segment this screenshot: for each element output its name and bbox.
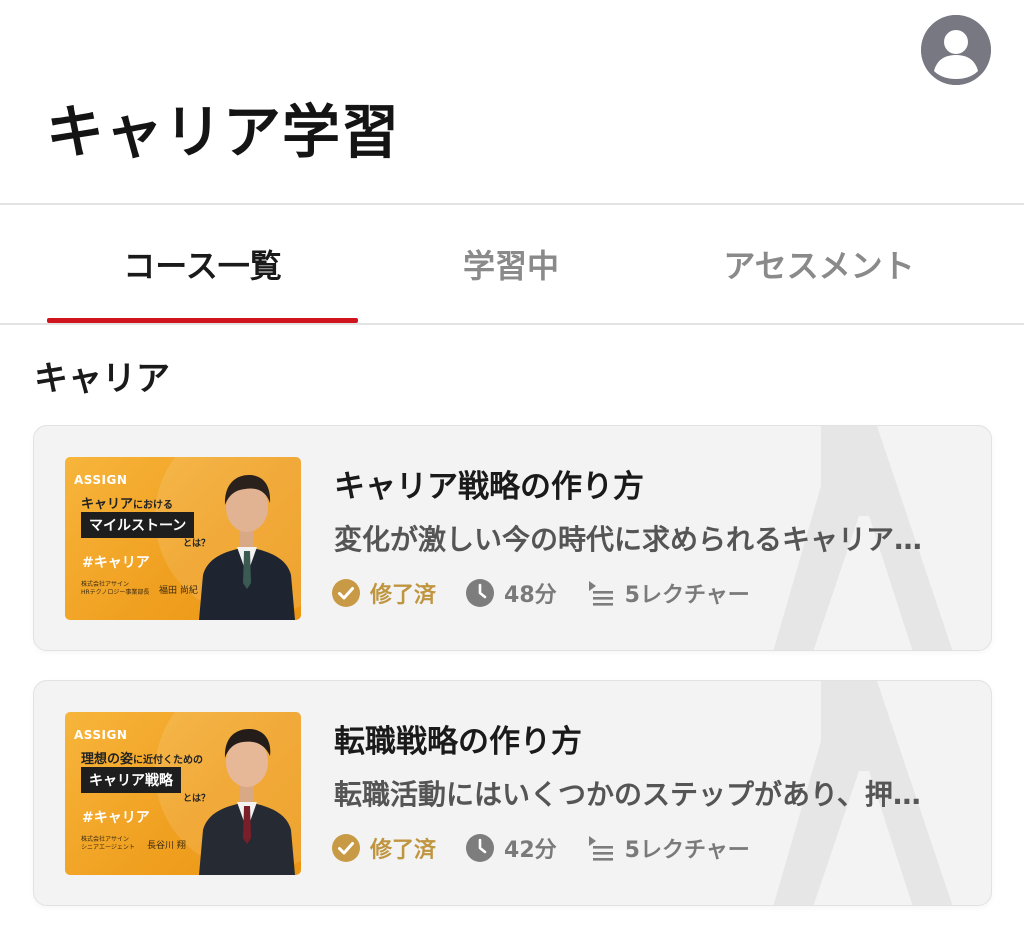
lecture-count: 5レクチャー bbox=[587, 832, 750, 864]
thumbnail-credit-company: 株式会社アサイン bbox=[81, 836, 130, 843]
thumbnail-credit-role: HRテクノロジー事業部長 bbox=[81, 589, 150, 596]
page-title: キャリア学習 bbox=[46, 98, 401, 166]
thumbnail-brand-logo: ASSIGN bbox=[74, 728, 128, 742]
duration-label: 42分 bbox=[504, 838, 557, 863]
duration: 48分 bbox=[466, 577, 557, 609]
clock-icon bbox=[466, 579, 495, 607]
thumbnail-hashtag: #キャリア bbox=[82, 810, 150, 826]
lecture-count-label: 5レクチャー bbox=[624, 583, 750, 608]
course-card[interactable]: ASSIGN 理想の姿に近付くための キャリア戦略 とは？ #キャリア 株式会社… bbox=[33, 680, 992, 906]
course-thumbnail: ASSIGN 理想の姿に近付くための キャリア戦略 とは？ #キャリア 株式会社… bbox=[65, 712, 301, 875]
thumbnail-highlight: マイルストーン bbox=[81, 512, 195, 538]
duration-label: 48分 bbox=[504, 583, 557, 608]
thumbnail-headline-main: 理想の姿 bbox=[81, 752, 134, 767]
course-card[interactable]: ASSIGN キャリアにおける マイルストーン とは？ #キャリア 株式会社アサ… bbox=[33, 425, 992, 651]
tab-assessment[interactable]: アセスメント bbox=[664, 205, 974, 323]
check-circle-icon bbox=[332, 579, 360, 607]
thumbnail-credit-role: シニアエージェント bbox=[81, 844, 135, 851]
course-description: 転職活動にはいくつかのステップがあり、押… bbox=[334, 778, 921, 811]
course-meta: 修了済 42分 5レクチャー bbox=[332, 830, 780, 866]
thumbnail-presenter-name: 長谷川 翔 bbox=[147, 841, 186, 851]
course-title: キャリア戦略の作り方 bbox=[334, 469, 644, 505]
tab-course-list[interactable]: コース一覧 bbox=[47, 205, 358, 323]
course-title: 転職戦略の作り方 bbox=[334, 724, 582, 760]
app-root: キャリア学習 コース一覧 学習中 アセスメント キャリア ASSIGN キャリア… bbox=[0, 0, 1024, 948]
tabs-divider bbox=[0, 323, 1024, 325]
presenter-photo bbox=[199, 729, 295, 875]
thumbnail-headline-main: キャリア bbox=[81, 497, 134, 512]
section-title: キャリア bbox=[34, 359, 170, 399]
thumbnail-brand-logo: ASSIGN bbox=[74, 473, 128, 487]
thumbnail-headline: 理想の姿に近付くための bbox=[81, 748, 203, 767]
presenter-photo bbox=[199, 475, 295, 620]
course-meta: 修了済 48分 5レクチャー bbox=[332, 575, 780, 611]
course-description: 変化が激しい今の時代に求められるキャリア… bbox=[334, 523, 923, 556]
course-thumbnail: ASSIGN キャリアにおける マイルストーン とは？ #キャリア 株式会社アサ… bbox=[65, 457, 301, 620]
thumbnail-credit: 株式会社アサイン シニアエージェント bbox=[81, 836, 135, 852]
clock-icon bbox=[466, 834, 495, 862]
duration: 42分 bbox=[466, 832, 557, 864]
tab-bar: コース一覧 学習中 アセスメント bbox=[0, 205, 1024, 323]
thumbnail-credit: 株式会社アサイン HRテクノロジー事業部長 bbox=[81, 581, 149, 597]
lecture-count: 5レクチャー bbox=[587, 577, 750, 609]
thumbnail-hashtag: #キャリア bbox=[82, 555, 150, 571]
user-avatar-icon[interactable] bbox=[921, 15, 991, 85]
thumbnail-highlight: キャリア戦略 bbox=[81, 767, 181, 793]
status-badge: 修了済 bbox=[332, 832, 436, 864]
status-label: 修了済 bbox=[370, 583, 437, 608]
lecture-count-label: 5レクチャー bbox=[624, 838, 750, 863]
thumbnail-credit-company: 株式会社アサイン bbox=[81, 581, 130, 588]
thumbnail-headline: キャリアにおける bbox=[81, 493, 173, 512]
status-label: 修了済 bbox=[370, 838, 437, 863]
status-badge: 修了済 bbox=[332, 577, 436, 609]
lecture-list-icon bbox=[588, 581, 613, 606]
check-circle-icon bbox=[332, 834, 360, 862]
tab-in-progress[interactable]: 学習中 bbox=[358, 205, 664, 323]
lecture-list-icon bbox=[588, 836, 613, 861]
thumbnail-headline-small: における bbox=[133, 500, 174, 511]
